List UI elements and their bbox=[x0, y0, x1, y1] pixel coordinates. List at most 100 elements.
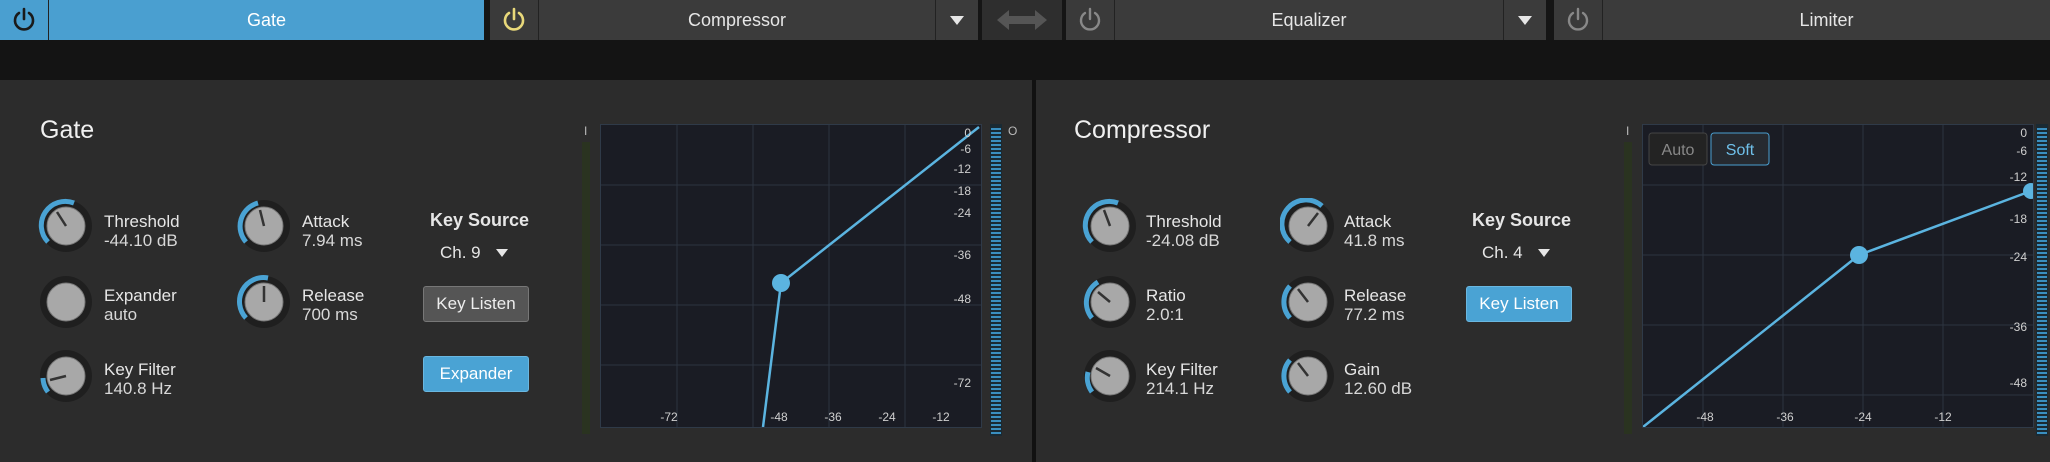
compressor-gain-knob[interactable] bbox=[1280, 348, 1336, 404]
compressor-key-source-select[interactable]: Ch. 4 bbox=[1482, 243, 1551, 263]
meter-segment bbox=[991, 140, 1001, 142]
meter-segment bbox=[2037, 264, 2047, 266]
meter-segment bbox=[2037, 236, 2047, 238]
meter-segment bbox=[991, 288, 1001, 290]
compressor-threshold-knob[interactable] bbox=[1082, 198, 1138, 254]
meter-segment bbox=[991, 280, 1001, 282]
gate-x-tick: -36 bbox=[824, 410, 842, 424]
gate-expander-knob[interactable] bbox=[38, 274, 94, 330]
meter-segment bbox=[991, 344, 1001, 346]
compressor-panel: Compressor Threshold -24.08 dB Ratio 2.0… bbox=[1036, 80, 2050, 462]
equalizer-dropdown-button[interactable] bbox=[1503, 0, 1546, 40]
compressor-x-tick: -36 bbox=[1776, 410, 1794, 424]
gate-x-tick: -12 bbox=[932, 410, 950, 424]
meter-segment bbox=[2037, 428, 2047, 430]
gate-threshold-knob[interactable] bbox=[38, 198, 94, 254]
compressor-gain-value: 12.60 dB bbox=[1344, 379, 1413, 398]
meter-segment bbox=[2037, 340, 2047, 342]
meter-segment bbox=[2037, 396, 2047, 398]
meter-segment bbox=[2037, 132, 2047, 134]
meter-segment bbox=[991, 220, 1001, 222]
meter-segment bbox=[2037, 320, 2047, 322]
compressor-key-filter-value: 214.1 Hz bbox=[1146, 379, 1215, 398]
meter-segment bbox=[2037, 300, 2047, 302]
gate-release-label: Release 700 ms bbox=[302, 286, 364, 324]
gate-key-listen-button[interactable]: Key Listen bbox=[423, 286, 529, 322]
meter-segment bbox=[991, 224, 1001, 226]
compressor-ratio-value: 2.0:1 bbox=[1146, 305, 1184, 324]
gate-threshold-value: -44.10 dB bbox=[104, 231, 178, 250]
gate-transfer-graph[interactable]: 0 -6 -12 -18 -24 -36 -48 -72 -72 -48 -36… bbox=[600, 124, 982, 428]
gate-threshold-handle[interactable] bbox=[772, 274, 790, 292]
tab-gate[interactable]: Gate bbox=[0, 0, 484, 40]
meter-segment bbox=[991, 392, 1001, 394]
compressor-x-tick: -24 bbox=[1854, 410, 1872, 424]
compressor-gain-label: Gain 12.60 dB bbox=[1344, 360, 1412, 398]
meter-segment bbox=[2037, 168, 2047, 170]
meter-segment bbox=[2037, 404, 2047, 406]
compressor-power-button[interactable] bbox=[490, 0, 539, 40]
swap-order-button[interactable] bbox=[982, 0, 1062, 40]
compressor-key-listen-button[interactable]: Key Listen bbox=[1466, 286, 1572, 322]
equalizer-power-button[interactable] bbox=[1066, 0, 1115, 40]
compressor-ratio-knob[interactable] bbox=[1082, 274, 1138, 330]
gate-key-source-select[interactable]: Ch. 9 bbox=[440, 243, 509, 263]
meter-segment bbox=[2037, 180, 2047, 182]
meter-segment bbox=[991, 296, 1001, 298]
meter-segment bbox=[991, 272, 1001, 274]
meter-segment bbox=[991, 332, 1001, 334]
meter-segment bbox=[991, 244, 1001, 246]
meter-segment bbox=[2037, 140, 2047, 142]
gate-expander-value: auto bbox=[104, 305, 138, 324]
meter-segment bbox=[2037, 292, 2047, 294]
compressor-release-knob[interactable] bbox=[1280, 274, 1336, 330]
meter-segment bbox=[991, 248, 1001, 250]
meter-segment bbox=[2037, 276, 2047, 278]
meter-segment bbox=[991, 276, 1001, 278]
tab-limiter[interactable]: Limiter bbox=[1554, 0, 2050, 40]
compressor-dropdown-button[interactable] bbox=[935, 0, 978, 40]
chevron-down-icon bbox=[1537, 249, 1550, 257]
meter-segment bbox=[991, 144, 1001, 146]
meter-segment bbox=[2037, 308, 2047, 310]
meter-segment bbox=[2037, 248, 2047, 250]
chevron-down-icon bbox=[1518, 16, 1532, 25]
compressor-threshold-handle[interactable] bbox=[1850, 246, 1868, 264]
compressor-transfer-graph[interactable]: Auto Soft 0 -6 -12 -18 -24 -36 -48 -48 -… bbox=[1642, 124, 2034, 428]
meter-segment bbox=[991, 232, 1001, 234]
meter-segment bbox=[991, 292, 1001, 294]
gate-expander-name: Expander bbox=[104, 286, 177, 305]
gate-power-button[interactable] bbox=[0, 0, 49, 40]
power-icon bbox=[13, 7, 35, 31]
meter-segment bbox=[2037, 164, 2047, 166]
gate-release-knob[interactable] bbox=[236, 274, 292, 330]
gate-y-tick: -18 bbox=[954, 184, 972, 198]
meter-segment bbox=[2037, 336, 2047, 338]
tab-equalizer[interactable]: Equalizer bbox=[1066, 0, 1546, 40]
tab-equalizer-label: Equalizer bbox=[1115, 0, 1503, 40]
gate-title: Gate bbox=[40, 116, 95, 144]
gate-expander-button[interactable]: Expander bbox=[423, 356, 529, 392]
gate-attack-knob[interactable] bbox=[236, 198, 292, 254]
meter-segment bbox=[991, 356, 1001, 358]
compressor-mode-auto-label: Auto bbox=[1662, 142, 1695, 159]
compressor-input-meter-label: I bbox=[1626, 124, 1630, 138]
meter-segment bbox=[2037, 244, 2047, 246]
gate-y-tick: -48 bbox=[954, 292, 972, 306]
limiter-power-button[interactable] bbox=[1554, 0, 1603, 40]
tab-compressor-label: Compressor bbox=[539, 0, 935, 40]
meter-segment bbox=[991, 136, 1001, 138]
compressor-key-filter-knob[interactable] bbox=[1082, 348, 1138, 404]
compressor-mode-soft-label: Soft bbox=[1726, 142, 1755, 159]
gate-y-tick: -72 bbox=[954, 376, 972, 390]
meter-segment bbox=[2037, 420, 2047, 422]
meter-segment bbox=[2037, 388, 2047, 390]
meter-segment bbox=[991, 408, 1001, 410]
meter-segment bbox=[2037, 228, 2047, 230]
meter-segment bbox=[991, 188, 1001, 190]
gate-key-filter-knob[interactable] bbox=[38, 348, 94, 404]
compressor-attack-knob[interactable] bbox=[1280, 198, 1336, 254]
tab-compressor[interactable]: Compressor bbox=[490, 0, 978, 40]
gate-key-filter-value: 140.8 Hz bbox=[104, 379, 173, 398]
meter-segment bbox=[2037, 204, 2047, 206]
